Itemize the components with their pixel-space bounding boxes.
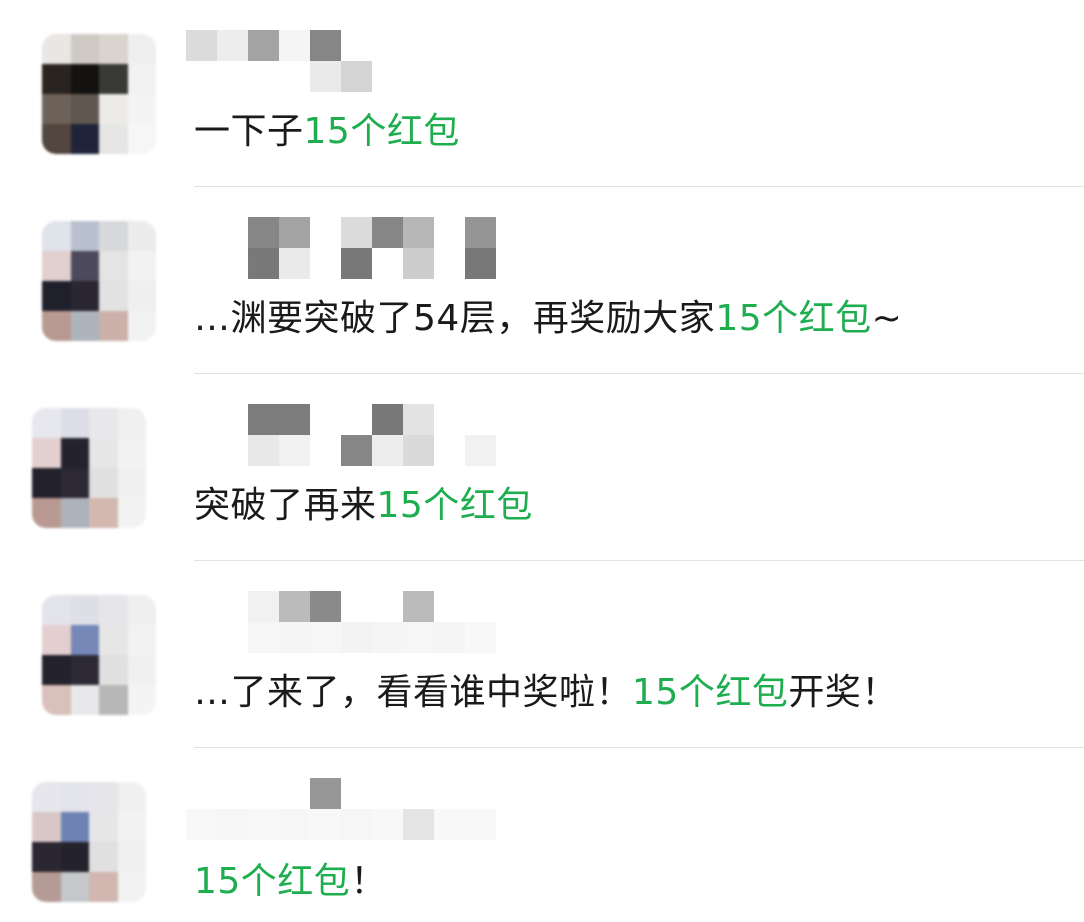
message-text-post: ！: [350, 861, 387, 902]
message-text: 15个红包！: [194, 852, 387, 904]
message-text-pre: 一下子: [194, 111, 304, 152]
avatar[interactable]: [32, 408, 146, 528]
avatar[interactable]: [42, 221, 156, 341]
message-text-post: 开奖！: [788, 672, 898, 713]
message-text-pre: 突破了再来: [194, 485, 377, 526]
avatar[interactable]: [32, 782, 146, 902]
username-blurred: [186, 217, 526, 279]
avatar[interactable]: [42, 595, 156, 715]
chat-message[interactable]: 一下子15个红包: [0, 0, 1084, 187]
chat-message[interactable]: …了来了，看看谁中奖啦！15个红包开奖！: [0, 561, 1084, 748]
username-blurred: [186, 591, 526, 653]
chat-message[interactable]: …渊要突破了54层，再奖励大家15个红包~: [0, 187, 1084, 374]
message-text-post: ~: [871, 298, 903, 339]
chat-message[interactable]: 突破了再来15个红包: [0, 374, 1084, 561]
message-text-pre: …了来了，看看谁中奖啦！: [194, 672, 633, 713]
avatar[interactable]: [42, 34, 156, 154]
username-blurred: [186, 30, 526, 92]
red-packet-highlight: 15个红包: [194, 861, 351, 902]
message-text: 突破了再来15个红包: [194, 476, 533, 528]
red-packet-highlight: 15个红包: [303, 111, 460, 152]
red-packet-highlight: 15个红包: [715, 298, 872, 339]
message-text: …渊要突破了54层，再奖励大家15个红包~: [194, 289, 902, 341]
message-text: …了来了，看看谁中奖啦！15个红包开奖！: [194, 663, 898, 715]
username-blurred: [186, 404, 526, 466]
red-packet-highlight: 15个红包: [632, 672, 789, 713]
username-blurred: [186, 778, 526, 840]
red-packet-highlight: 15个红包: [376, 485, 533, 526]
chat-message[interactable]: 15个红包！: [0, 748, 1084, 922]
message-text-pre: …渊要突破了54层，再奖励大家: [194, 298, 716, 339]
message-text: 一下子15个红包: [194, 102, 460, 154]
